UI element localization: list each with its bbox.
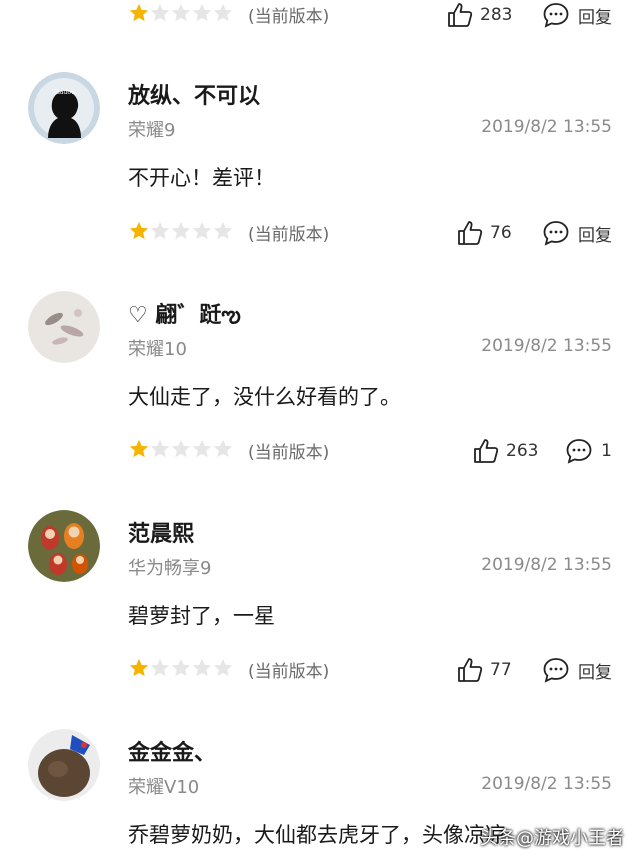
star-empty-icon	[150, 439, 170, 458]
star-empty-icon	[192, 658, 212, 677]
star-empty-icon	[192, 3, 212, 22]
reply-button[interactable]: 1	[565, 434, 612, 468]
comment-icon	[543, 658, 569, 683]
star-empty-icon	[213, 221, 233, 240]
like-count: 263	[506, 441, 539, 461]
avatar[interactable]	[28, 729, 100, 801]
avatar[interactable]: Shadow	[28, 72, 100, 144]
star-empty-icon	[192, 221, 212, 240]
star-empty-icon	[150, 658, 170, 677]
avatar[interactable]	[28, 291, 100, 363]
star-filled-icon	[129, 658, 149, 677]
review-content: 大仙走了，没什么好看的了。	[128, 385, 401, 409]
like-button[interactable]: 76	[456, 216, 512, 250]
star-empty-icon	[192, 439, 212, 458]
star-filled-icon	[129, 221, 149, 240]
svg-text:Shadow: Shadow	[52, 89, 77, 96]
reply-label: 回复	[578, 225, 612, 246]
comment-icon	[543, 3, 569, 28]
like-button[interactable]: 263	[472, 434, 538, 468]
comment-icon	[566, 439, 592, 464]
review-content: 不开心！差评！	[128, 166, 275, 190]
like-count: 77	[490, 660, 512, 680]
review-content: 碧萝封了，一星	[128, 604, 275, 628]
reply-button[interactable]: 回复	[542, 0, 612, 32]
comment-icon	[543, 221, 569, 246]
device-name: 荣耀9	[128, 120, 176, 141]
version-label: (当前版本)	[248, 662, 330, 682]
reply-button[interactable]: 回复	[542, 216, 612, 250]
star-empty-icon	[213, 3, 233, 22]
device-name: 华为畅享9	[128, 558, 212, 579]
review-content: 乔碧萝奶奶，大仙都去虎牙了，头像凉凉	[128, 823, 506, 847]
like-count: 283	[480, 5, 513, 25]
review-date: 2019/8/2 13:55	[481, 336, 612, 356]
rating-stars	[128, 220, 233, 244]
thumbs-up-icon	[474, 439, 499, 463]
watermark: 头条@游戏小王者	[480, 828, 624, 849]
thumbs-up-icon	[458, 221, 483, 245]
like-button[interactable]: 283	[446, 0, 512, 32]
star-empty-icon	[213, 439, 233, 458]
version-label: (当前版本)	[248, 443, 330, 463]
review-meta: (当前版本) 77 回复	[0, 653, 640, 687]
review-meta: (当前版本) 263 1	[0, 434, 640, 468]
version-label: (当前版本)	[248, 225, 330, 245]
username: ♡ 翩゛跹ఌ︎	[128, 303, 241, 328]
username: 放纵、不可以	[128, 84, 261, 109]
like-count: 76	[490, 223, 512, 243]
device-name: 荣耀10	[128, 339, 187, 360]
reply-button[interactable]: 回复	[542, 653, 612, 687]
like-button[interactable]: 77	[456, 653, 512, 687]
star-empty-icon	[171, 3, 191, 22]
version-label: (当前版本)	[248, 7, 330, 27]
device-name: 荣耀V10	[128, 777, 200, 798]
star-empty-icon	[213, 658, 233, 677]
star-empty-icon	[150, 3, 170, 22]
rating-stars	[128, 2, 233, 26]
review-meta: (当前版本) 283 回复	[0, 0, 640, 32]
rating-stars	[128, 438, 233, 462]
star-empty-icon	[171, 439, 191, 458]
review-meta: (当前版本) 76 回复	[0, 216, 640, 250]
review-date: 2019/8/2 13:55	[481, 774, 612, 794]
avatar[interactable]	[28, 510, 100, 582]
thumbs-up-icon	[458, 658, 483, 682]
star-filled-icon	[129, 439, 149, 458]
reply-count: 1	[601, 441, 612, 461]
reply-label: 回复	[578, 662, 612, 683]
star-empty-icon	[171, 658, 191, 677]
thumbs-up-icon	[448, 3, 473, 27]
username: 金金金、	[128, 741, 217, 766]
reply-label: 回复	[578, 7, 612, 28]
rating-stars	[128, 657, 233, 681]
review-date: 2019/8/2 13:55	[481, 555, 612, 575]
star-filled-icon	[129, 3, 149, 22]
star-empty-icon	[150, 221, 170, 240]
username: 范晨熙	[128, 522, 195, 547]
star-empty-icon	[171, 221, 191, 240]
review-date: 2019/8/2 13:55	[481, 117, 612, 137]
